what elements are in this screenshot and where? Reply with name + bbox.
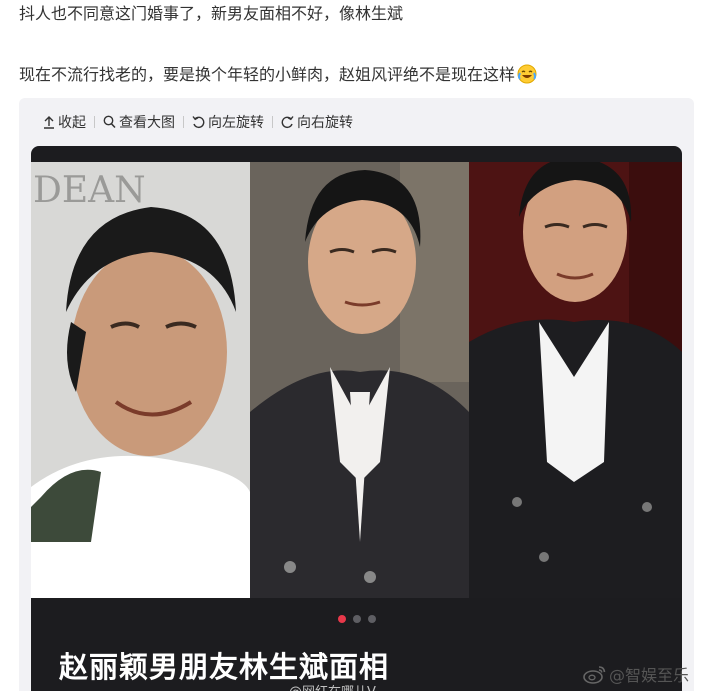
rotate-left-icon xyxy=(192,116,205,129)
collapse-button[interactable]: 收起 xyxy=(43,112,86,132)
post-text-line-1: 抖人也不同意这门婚事了，新男友面相不好，像林生斌 xyxy=(19,4,404,23)
rotate-right-button[interactable]: 向右旋转 xyxy=(281,112,353,132)
rotate-right-label: 向右旋转 xyxy=(297,115,353,131)
post-text-line-2-content: 现在不流行找老的，要是换个年轻的小鲜肉，赵姐风评绝不是现在这样 xyxy=(19,65,516,84)
view-large-button[interactable]: 查看大图 xyxy=(103,112,175,132)
image-viewer[interactable]: DEAN 赵丽颖男朋友林生斌面相 xyxy=(31,146,682,691)
rotate-left-label: 向左旋转 xyxy=(208,115,264,131)
image-inner-watermark: @网红在哪儿V xyxy=(289,681,376,691)
photo-1: DEAN xyxy=(31,162,250,598)
weibo-logo-icon xyxy=(583,666,606,684)
laugh-cry-emoji-icon xyxy=(517,64,537,84)
view-large-label: 查看大图 xyxy=(119,115,175,131)
image-toolbar: 收起 查看大图 向左旋转 向右旋转 xyxy=(43,112,353,132)
collapse-label: 收起 xyxy=(58,115,86,131)
toolbar-divider xyxy=(94,116,95,128)
weibo-watermark: @智娱至乐 xyxy=(583,662,689,686)
carousel-dot-3[interactable] xyxy=(368,615,376,623)
toolbar-divider xyxy=(272,116,273,128)
rotate-right-icon xyxy=(281,116,294,129)
search-icon xyxy=(103,115,116,129)
collapse-icon xyxy=(44,116,54,129)
photo-1-background-text: DEAN xyxy=(33,170,146,211)
carousel-dot-1[interactable] xyxy=(338,615,346,623)
photo-3 xyxy=(469,162,682,598)
media-card: 收起 查看大图 向左旋转 向右旋转 DEAN 赵丽颖男朋友林生斌面相 xyxy=(19,98,694,691)
carousel-dot-2[interactable] xyxy=(353,615,361,623)
rotate-left-button[interactable]: 向左旋转 xyxy=(192,112,264,132)
post-text-line-2: 现在不流行找老的，要是换个年轻的小鲜肉，赵姐风评绝不是现在这样 xyxy=(19,64,537,86)
weibo-watermark-text: @智娱至乐 xyxy=(609,666,690,685)
carousel-pagination xyxy=(338,615,376,623)
photo-2 xyxy=(250,162,469,598)
toolbar-divider xyxy=(183,116,184,128)
image-caption: 赵丽颖男朋友林生斌面相 xyxy=(59,650,390,684)
